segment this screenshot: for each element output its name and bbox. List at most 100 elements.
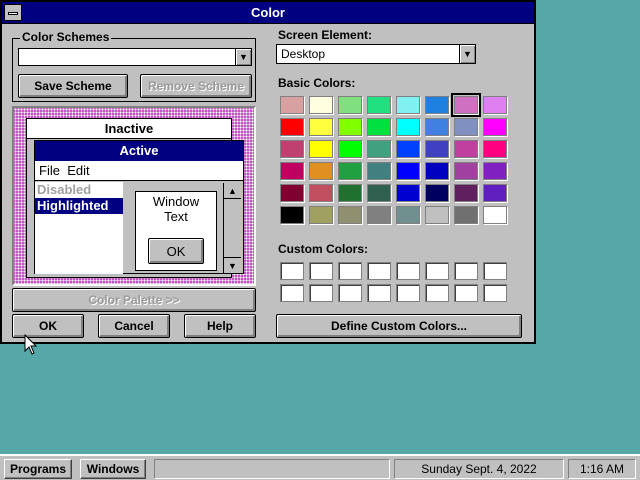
basic-color-swatch[interactable]	[280, 140, 304, 158]
basic-color-swatch[interactable]	[367, 162, 391, 180]
color-preview[interactable]: Inactive Active File Edit Disabled Highl…	[12, 106, 256, 286]
custom-color-swatch[interactable]	[309, 262, 333, 280]
basic-color-swatch[interactable]	[338, 118, 362, 136]
basic-color-swatch[interactable]	[367, 206, 391, 224]
windows-button[interactable]: Windows	[80, 459, 146, 479]
custom-color-swatch[interactable]	[425, 284, 449, 302]
basic-color-swatch[interactable]	[309, 184, 333, 202]
basic-color-swatch[interactable]	[338, 206, 362, 224]
basic-color-swatch[interactable]	[425, 118, 449, 136]
basic-color-swatch[interactable]	[454, 162, 478, 180]
basic-color-swatch[interactable]	[454, 140, 478, 158]
basic-color-swatch[interactable]	[483, 118, 507, 136]
define-custom-colors-button[interactable]: Define Custom Colors...	[276, 314, 522, 338]
basic-color-swatch[interactable]	[367, 184, 391, 202]
basic-color-swatch[interactable]	[425, 184, 449, 202]
preview-ok-button: OK	[148, 238, 204, 264]
basic-color-swatch[interactable]	[396, 96, 420, 114]
basic-color-swatch[interactable]	[454, 118, 478, 136]
color-schemes-label: Color Schemes	[20, 30, 112, 44]
basic-color-swatch[interactable]	[454, 184, 478, 202]
cancel-button[interactable]: Cancel	[98, 314, 170, 338]
basic-color-swatch[interactable]	[425, 96, 449, 114]
basic-color-swatch[interactable]	[280, 162, 304, 180]
window-text-line2: Text	[164, 209, 188, 224]
basic-color-swatch[interactable]	[483, 162, 507, 180]
taskbar: Programs Windows Sunday Sept. 4, 2022 1:…	[0, 454, 640, 480]
custom-color-swatch[interactable]	[280, 262, 304, 280]
custom-colors-label: Custom Colors:	[278, 242, 368, 256]
title-bar[interactable]: Color	[2, 2, 534, 24]
programs-button[interactable]: Programs	[4, 459, 72, 479]
basic-color-swatch[interactable]	[483, 96, 507, 114]
dropdown-arrow-icon[interactable]: ▼	[235, 49, 251, 65]
basic-color-swatch[interactable]	[280, 184, 304, 202]
basic-color-swatch[interactable]	[309, 140, 333, 158]
task-area	[154, 459, 390, 479]
basic-color-swatch[interactable]	[309, 162, 333, 180]
basic-color-swatch[interactable]	[280, 118, 304, 136]
scroll-up-icon: ▲	[224, 183, 241, 199]
dropdown-arrow-icon[interactable]: ▼	[459, 45, 475, 63]
basic-color-swatch[interactable]	[367, 140, 391, 158]
custom-color-swatch[interactable]	[483, 262, 507, 280]
system-menu-icon[interactable]	[4, 4, 22, 21]
window-text-line1: Window	[152, 194, 200, 209]
basic-color-swatch[interactable]	[367, 96, 391, 114]
screen-element-combo[interactable]: Desktop ▼	[276, 44, 476, 64]
basic-color-swatch[interactable]	[338, 140, 362, 158]
custom-color-swatch[interactable]	[483, 284, 507, 302]
basic-color-swatch[interactable]	[483, 184, 507, 202]
basic-color-swatch[interactable]	[280, 96, 304, 114]
custom-color-swatch[interactable]	[338, 262, 362, 280]
ok-button[interactable]: OK	[12, 314, 84, 338]
basic-color-swatch[interactable]	[396, 140, 420, 158]
screen-element-value: Desktop	[281, 47, 326, 61]
custom-color-swatch[interactable]	[425, 262, 449, 280]
basic-color-swatch[interactable]	[338, 162, 362, 180]
basic-color-swatch[interactable]	[338, 184, 362, 202]
help-button[interactable]: Help	[184, 314, 256, 338]
basic-color-swatch[interactable]	[280, 206, 304, 224]
basic-color-swatch[interactable]	[425, 206, 449, 224]
custom-color-swatch[interactable]	[454, 262, 478, 280]
basic-color-swatch[interactable]	[367, 118, 391, 136]
preview-list: Disabled Highlighted	[35, 182, 123, 274]
menu-edit: Edit	[67, 163, 90, 178]
basic-color-swatch[interactable]	[309, 118, 333, 136]
custom-color-swatch[interactable]	[396, 262, 420, 280]
basic-color-swatch[interactable]	[483, 206, 507, 224]
basic-color-swatch[interactable]	[396, 162, 420, 180]
basic-color-swatch[interactable]	[454, 206, 478, 224]
basic-color-swatch[interactable]	[396, 118, 420, 136]
basic-colors-label: Basic Colors:	[278, 76, 356, 90]
basic-color-swatch[interactable]	[338, 96, 362, 114]
basic-color-swatch[interactable]	[425, 140, 449, 158]
date-display: Sunday Sept. 4, 2022	[394, 459, 564, 479]
save-scheme-button[interactable]: Save Scheme	[18, 74, 128, 98]
clock-display: 1:16 AM	[568, 459, 636, 479]
custom-color-swatch[interactable]	[367, 262, 391, 280]
custom-color-swatch[interactable]	[309, 284, 333, 302]
basic-color-swatch[interactable]	[396, 184, 420, 202]
basic-color-swatch[interactable]	[483, 140, 507, 158]
basic-color-swatch[interactable]	[309, 96, 333, 114]
basic-color-swatch[interactable]	[451, 93, 481, 117]
inactive-title: Inactive	[27, 119, 231, 139]
color-palette-button[interactable]: Color Palette >>	[12, 288, 256, 312]
basic-color-swatch[interactable]	[309, 206, 333, 224]
custom-color-swatch[interactable]	[454, 284, 478, 302]
custom-color-swatch[interactable]	[338, 284, 362, 302]
basic-color-swatch[interactable]	[425, 162, 449, 180]
screen-element-label: Screen Element:	[278, 28, 373, 42]
window-title: Color	[251, 5, 285, 20]
custom-color-swatch[interactable]	[280, 284, 304, 302]
basic-color-swatch[interactable]	[396, 206, 420, 224]
remove-scheme-button[interactable]: Remove Scheme	[140, 74, 252, 98]
custom-color-swatch[interactable]	[396, 284, 420, 302]
color-schemes-combo[interactable]: ▼	[18, 48, 252, 66]
active-window: Active File Edit Disabled Highlighted Wi…	[34, 140, 244, 274]
scroll-down-icon: ▼	[224, 257, 241, 273]
custom-color-swatch[interactable]	[367, 284, 391, 302]
color-dialog: Color Color Schemes ▼ Save Scheme Remove…	[0, 0, 536, 344]
